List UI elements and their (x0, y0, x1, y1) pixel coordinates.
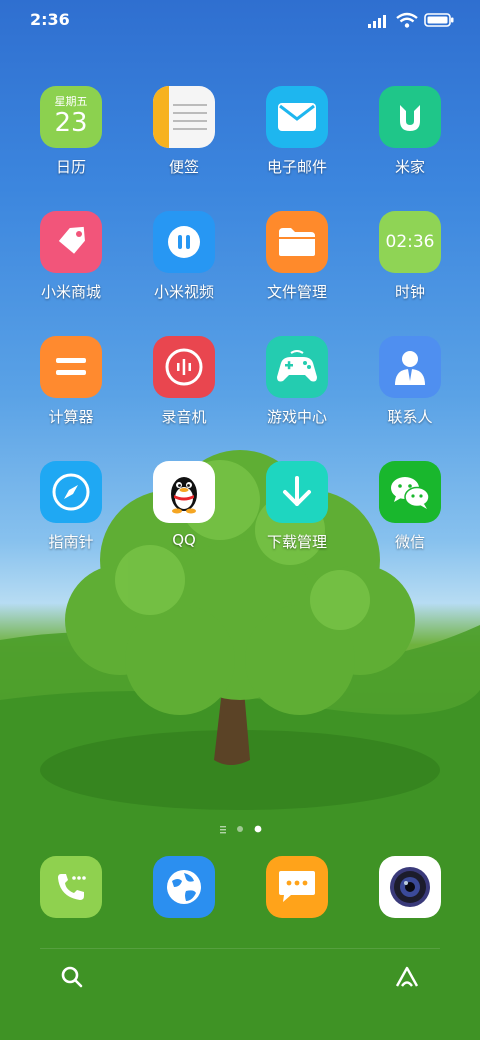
qq-penguin-icon (153, 461, 215, 523)
download-arrow-icon (266, 461, 328, 523)
wifi-icon (396, 12, 418, 28)
phone-icon (40, 856, 102, 918)
app-game-center[interactable]: 游戏中心 (247, 330, 347, 427)
clock-icon: 02:36 (379, 211, 441, 273)
app-label: 便签 (168, 158, 199, 176)
dock-messages[interactable] (247, 850, 347, 918)
app-label: 微信 (394, 533, 425, 551)
contacts-icon (379, 336, 441, 398)
calculator-icon (40, 336, 102, 398)
page-indicator[interactable] (0, 822, 480, 836)
camera-icon (379, 856, 441, 918)
app-recorder[interactable]: 录音机 (134, 330, 234, 427)
app-file-manager[interactable]: 文件管理 (247, 205, 347, 302)
app-email[interactable]: 电子邮件 (247, 80, 347, 177)
app-contacts[interactable]: 联系人 (360, 330, 460, 427)
browser-icon (153, 856, 215, 918)
app-label: 联系人 (387, 408, 433, 426)
battery-icon (424, 13, 454, 27)
dock-phone[interactable] (21, 850, 121, 918)
clock-time-text: 02:36 (385, 232, 435, 252)
app-label: 小米商城 (40, 283, 101, 301)
app-label: 日历 (55, 158, 86, 176)
calendar-day: 23 (54, 108, 88, 138)
app-label: 文件管理 (266, 283, 327, 301)
page-dot-current (254, 825, 262, 833)
mijia-icon (379, 86, 441, 148)
home-lines-icon (220, 826, 226, 834)
app-label: 游戏中心 (266, 408, 327, 426)
status-time: 2:36 (30, 10, 70, 29)
email-icon (266, 86, 328, 148)
xiaoai-assistant-icon[interactable] (394, 965, 420, 989)
bottom-search-bar (40, 948, 440, 1005)
page-dot-2 (237, 826, 243, 832)
app-label: 时钟 (394, 283, 425, 301)
recorder-icon (153, 336, 215, 398)
calendar-icon: 星期五 23 (40, 86, 102, 148)
app-calculator[interactable]: 计算器 (21, 330, 121, 427)
signal-icon (368, 15, 386, 28)
status-bar: 2:36 (0, 0, 480, 40)
messages-icon (266, 856, 328, 918)
app-download-manager[interactable]: 下载管理 (247, 455, 347, 552)
shopping-tag-icon (40, 211, 102, 273)
app-label: 小米视频 (153, 283, 214, 301)
dock-browser[interactable] (134, 850, 234, 918)
app-notes[interactable]: 便签 (134, 80, 234, 177)
app-label: 录音机 (161, 408, 207, 426)
wechat-icon (379, 461, 441, 523)
search-icon[interactable] (60, 965, 84, 989)
app-label: 米家 (394, 158, 425, 176)
app-clock[interactable]: 02:36 时钟 (360, 205, 460, 302)
app-label: 下载管理 (266, 533, 327, 551)
video-icon (153, 211, 215, 273)
calendar-weekday: 星期五 (54, 95, 88, 108)
app-label: 电子邮件 (266, 158, 327, 176)
app-label: 指南针 (48, 533, 94, 551)
compass-icon (40, 461, 102, 523)
folder-icon (266, 211, 328, 273)
gamepad-icon (266, 336, 328, 398)
notes-icon (153, 86, 215, 148)
dock-camera[interactable] (360, 850, 460, 918)
app-mi-video[interactable]: 小米视频 (134, 205, 234, 302)
app-label: 计算器 (48, 408, 94, 426)
app-mi-mall[interactable]: 小米商城 (21, 205, 121, 302)
app-compass[interactable]: 指南针 (21, 455, 121, 552)
app-qq[interactable]: QQ (134, 455, 234, 549)
app-label: QQ (172, 531, 196, 549)
app-wechat[interactable]: 微信 (360, 455, 460, 552)
app-calendar[interactable]: 星期五 23 日历 (21, 80, 121, 177)
app-mijia[interactable]: 米家 (360, 80, 460, 177)
